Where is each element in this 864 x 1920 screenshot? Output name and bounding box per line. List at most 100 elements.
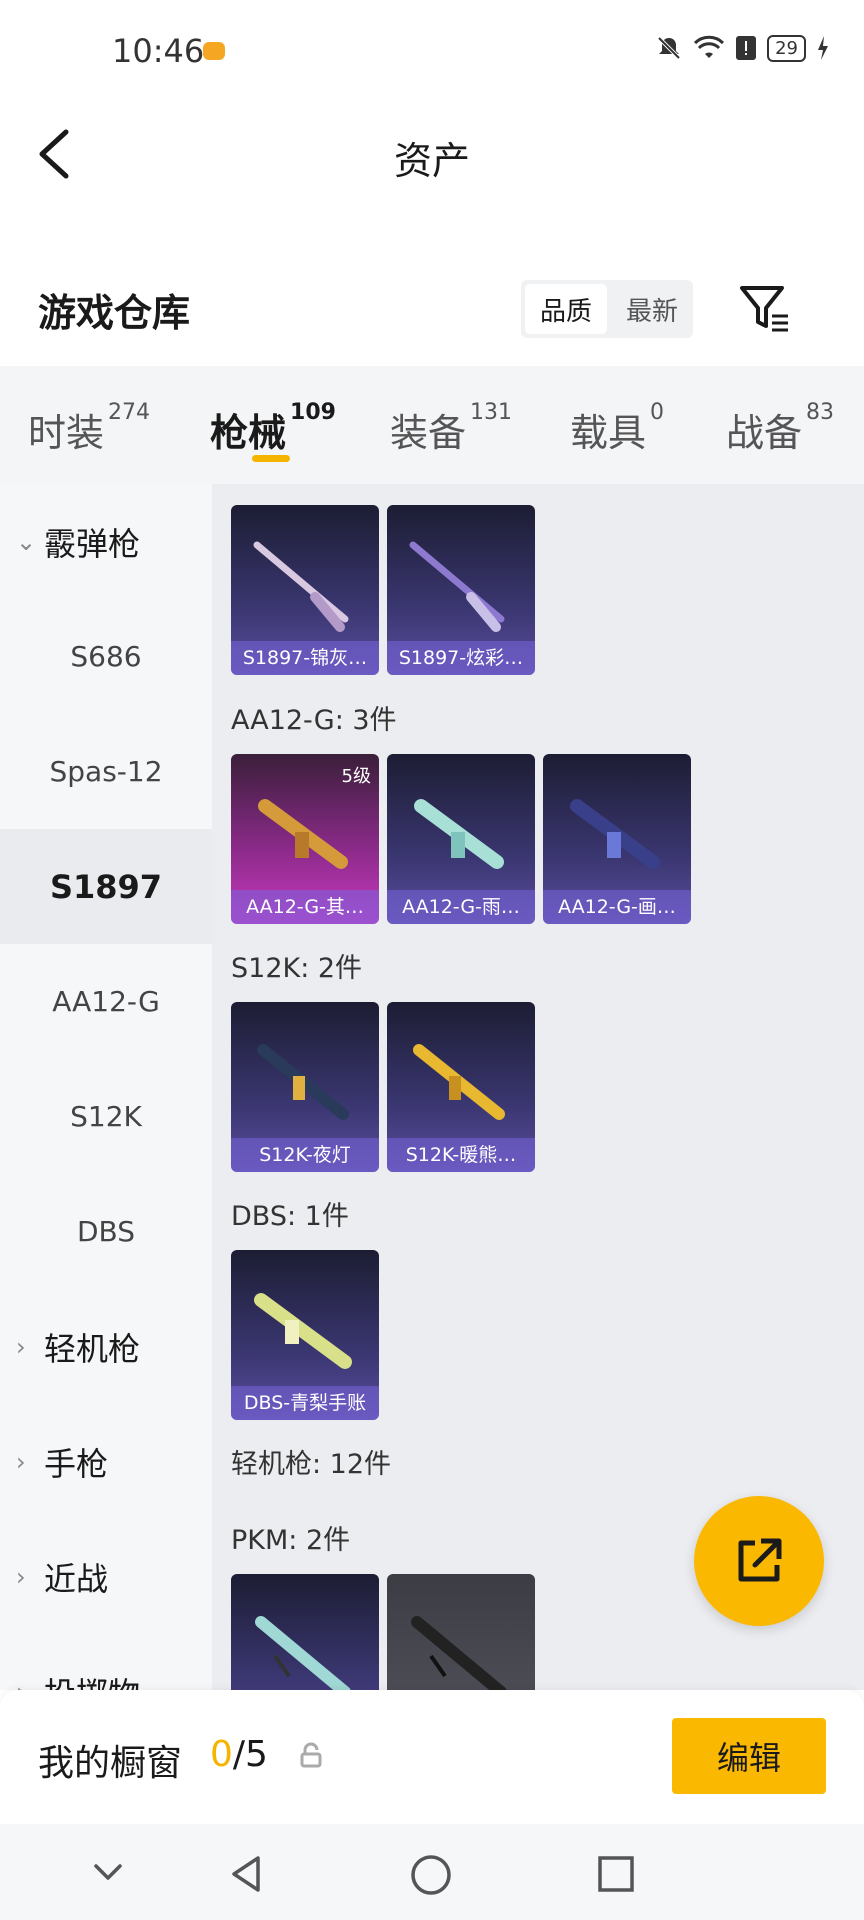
weapon-image — [411, 1616, 507, 1690]
tab-label: 枪械 — [210, 411, 287, 455]
nav-item-s1897[interactable]: S1897 — [0, 829, 212, 944]
weapon-card[interactable] — [387, 1574, 535, 1690]
filter-icon[interactable] — [736, 282, 792, 334]
weapon-card[interactable]: 5级 AA12-G-其… — [231, 754, 379, 924]
nav-label: S12K — [70, 1100, 142, 1133]
collapse-icon[interactable] — [90, 1854, 126, 1890]
nav-label: 近战 — [44, 1559, 109, 1598]
weapon-image — [570, 799, 660, 869]
battery-level: 29 — [767, 34, 806, 62]
home-nav-icon[interactable] — [410, 1854, 452, 1896]
weapon-card[interactable]: DBS-青梨手账 — [231, 1250, 379, 1420]
group-label: AA12-G: 3件 — [231, 705, 397, 736]
tab-count: 0 — [650, 400, 665, 425]
tab-label: 时装 — [28, 411, 105, 455]
chevron-right-icon: › — [16, 1562, 26, 1591]
nav-label: 轻机枪 — [44, 1329, 141, 1368]
weapon-category-nav: ⌄ 霰弹枪 S686 Spas-12 S1897 AA12-G S12K DBS… — [0, 484, 212, 1690]
weapon-name: S1897-炫彩… — [387, 641, 535, 675]
weapon-name: AA12-G-其… — [231, 890, 379, 924]
showcase-total: /5 — [232, 1734, 268, 1775]
active-tab-indicator — [252, 455, 290, 462]
weapon-card[interactable]: AA12-G-画… — [543, 754, 691, 924]
chevron-down-icon: ⌄ — [16, 527, 37, 556]
mute-icon — [657, 36, 681, 60]
weapon-name: S1897-锦灰… — [231, 641, 379, 675]
nav-item-spas12[interactable]: Spas-12 — [0, 714, 212, 829]
nav-label: 手枪 — [44, 1444, 109, 1483]
nav-item-dbs[interactable]: DBS — [0, 1174, 212, 1289]
tab-weapons[interactable]: 枪械 109 — [210, 400, 336, 457]
nav-label: AA12-G — [52, 985, 160, 1018]
group-label: S12K: 2件 — [231, 953, 363, 984]
status-bar: 10:46 29 — [0, 0, 864, 104]
showcase-current: 0 — [210, 1734, 233, 1775]
weapon-image — [409, 541, 505, 632]
weapon-card[interactable]: S12K-夜灯 — [231, 1002, 379, 1172]
nav-group-throwables[interactable]: › 投掷物 — [0, 1634, 212, 1691]
nav-group-lmg[interactable]: › 轻机枪 — [0, 1289, 212, 1404]
tab-label: 装备 — [390, 411, 467, 455]
nav-group-melee[interactable]: › 近战 — [0, 1519, 212, 1634]
chevron-right-icon: › — [16, 1447, 26, 1476]
charging-icon — [818, 36, 828, 60]
showcase-label: 我的橱窗 — [38, 1743, 183, 1784]
weapon-image — [258, 799, 348, 869]
weapon-image — [253, 541, 349, 632]
status-icons: 29 — [655, 34, 830, 62]
weapon-image — [414, 799, 504, 869]
section-title: 游戏仓库 — [38, 291, 191, 335]
weapon-name: DBS-青梨手账 — [231, 1386, 379, 1420]
tab-count: 83 — [806, 400, 835, 425]
weapon-image — [254, 1293, 352, 1369]
weapon-card[interactable] — [231, 1574, 379, 1690]
chevron-right-icon: › — [16, 1678, 44, 1691]
nav-item-s686[interactable]: S686 — [0, 599, 212, 714]
weapon-card[interactable]: AA12-G-雨… — [387, 754, 535, 924]
nav-item-s12k[interactable]: S12K — [0, 1059, 212, 1174]
nav-group-pistol[interactable]: › 手枪 — [0, 1404, 212, 1519]
tab-equipment[interactable]: 装备 131 — [390, 400, 513, 457]
weapon-name: AA12-G-雨… — [387, 890, 535, 924]
share-edit-fab[interactable] — [694, 1496, 824, 1626]
recent-apps-icon[interactable] — [596, 1854, 636, 1894]
weapon-card[interactable]: S1897-炫彩… — [387, 505, 535, 675]
category-tabs: 时装 274 枪械 109 装备 131 载具 0 战备 83 — [0, 366, 864, 484]
edit-button[interactable]: 编辑 — [672, 1718, 826, 1794]
edit-share-icon — [738, 1538, 782, 1582]
group-label: DBS: 1件 — [231, 1201, 349, 1232]
nav-label: S1897 — [49, 867, 163, 906]
nav-label: DBS — [76, 1215, 136, 1248]
weapon-name: AA12-G-画… — [543, 890, 691, 924]
nav-group-shotgun[interactable]: ⌄ 霰弹枪 — [0, 484, 212, 599]
weapon-card[interactable]: S1897-锦灰… — [231, 505, 379, 675]
chevron-right-icon: › — [16, 1332, 26, 1361]
tab-count: 109 — [290, 400, 336, 425]
lock-icon — [300, 1742, 322, 1768]
sort-toggle: 品质 最新 — [521, 280, 693, 338]
tab-supplies[interactable]: 战备 83 — [726, 400, 835, 457]
tab-fashion[interactable]: 时装 274 — [28, 400, 151, 457]
showcase-count: 0/5 — [210, 1734, 268, 1775]
group-label: PKM: 2件 — [231, 1525, 351, 1556]
status-time: 10:46 — [112, 32, 205, 70]
alert-icon — [736, 36, 757, 60]
sort-quality[interactable]: 品质 — [525, 284, 607, 334]
showcase-bar: 我的橱窗 0/5 编辑 — [0, 1690, 864, 1824]
nav-label: Spas-12 — [49, 755, 163, 788]
sort-latest[interactable]: 最新 — [611, 280, 693, 338]
page-title: 资产 — [393, 139, 470, 183]
tab-count: 274 — [108, 400, 151, 425]
wifi-icon — [694, 35, 725, 58]
weapon-card[interactable]: S12K-暖熊… — [387, 1002, 535, 1172]
weapon-image — [257, 1044, 349, 1120]
tab-count: 131 — [470, 400, 513, 425]
tab-label: 载具 — [570, 411, 647, 455]
system-navigation-bar — [0, 1824, 864, 1920]
weapon-image — [413, 1044, 505, 1120]
tab-vehicles[interactable]: 载具 0 — [570, 400, 665, 457]
back-nav-icon[interactable] — [226, 1854, 266, 1894]
nav-label: 霰弹枪 — [44, 524, 141, 563]
nav-item-aa12g[interactable]: AA12-G — [0, 944, 212, 1059]
group-label: 轻机枪: 12件 — [231, 1449, 392, 1480]
